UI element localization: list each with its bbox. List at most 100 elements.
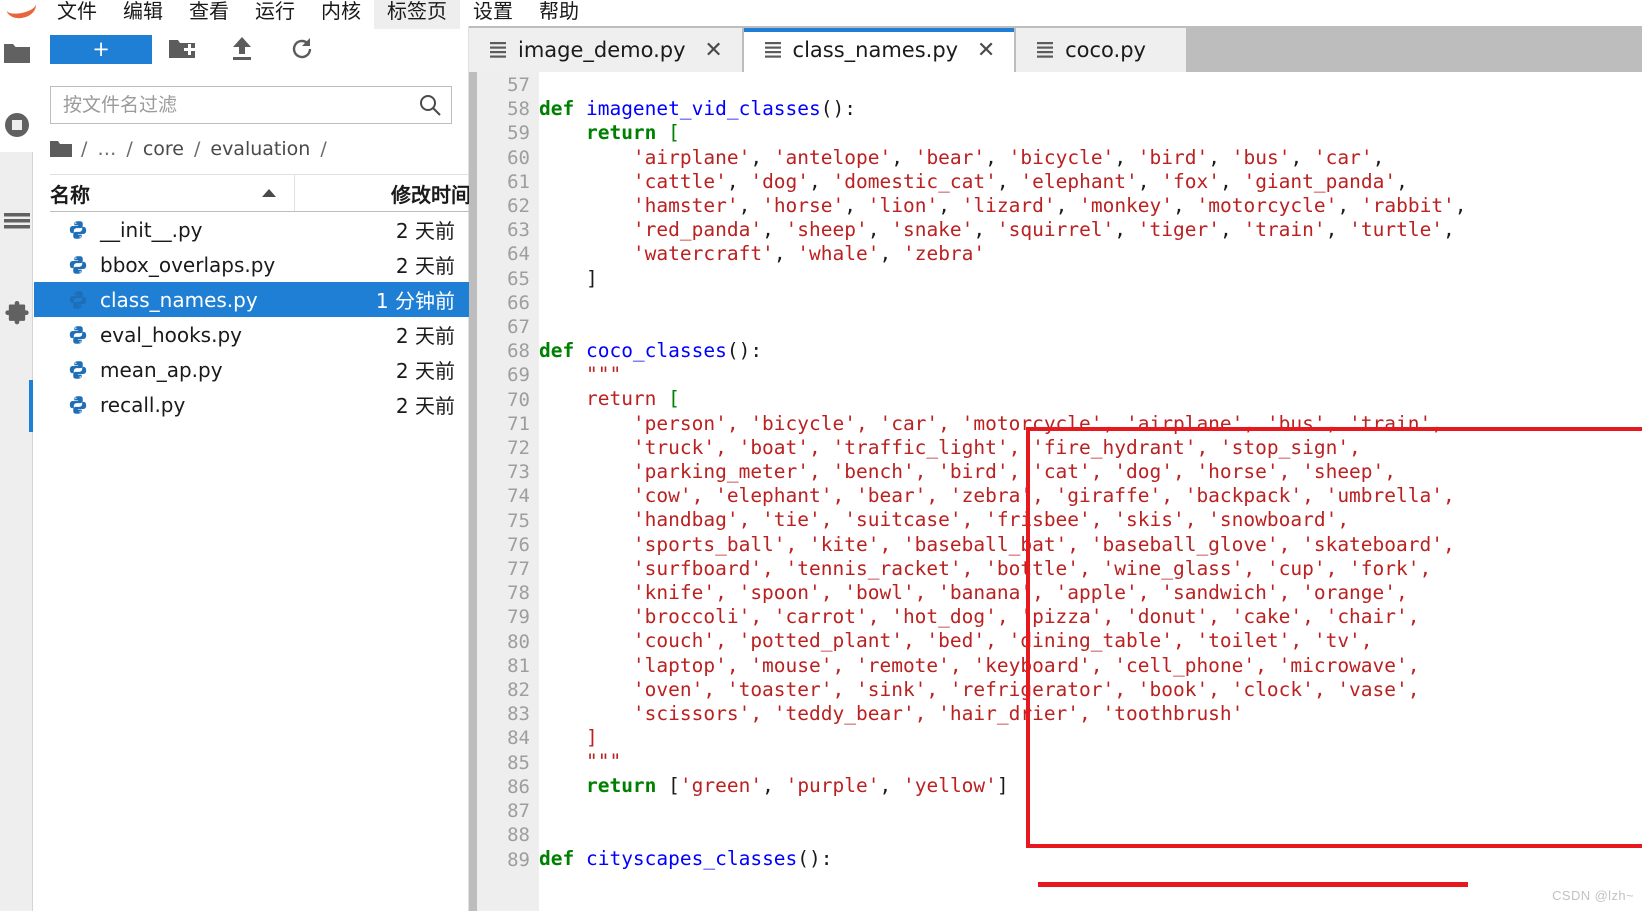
menu-item-5[interactable]: 标签页 [374,0,460,29]
sidebar-item-extensions[interactable] [0,288,33,342]
line-number: 70 [507,388,530,411]
menu-item-4[interactable]: 内核 [308,0,374,29]
new-folder-button[interactable] [152,29,212,69]
column-header-modified-label: 修改时间 [391,182,471,207]
code-token: coco_classes [585,339,727,363]
code-token: , [938,193,962,217]
code-token: 'cattle' [632,169,727,193]
code-token: , [1325,218,1350,242]
text-file-icon [764,42,781,58]
sort-ascending-caret-icon [262,189,276,197]
sidebar-item-running[interactable] [0,98,33,152]
file-filter-input[interactable] [63,94,419,116]
code-token: 'squirrel' [996,218,1115,242]
search-icon [420,95,441,116]
file-name: mean_ap.py [100,357,223,382]
editor-left-gutter [469,72,477,911]
line-number: 73 [507,461,530,484]
file-list-item[interactable]: eval_hooks.py 2 天前 [34,317,469,352]
file-browser-icon[interactable] [4,42,30,69]
code-token: 'parking_meter', 'bench', 'bird', 'cat',… [632,460,1397,483]
file-modified: 1 分钟前 [375,289,455,313]
folder-home-icon[interactable] [50,140,72,158]
code-token: , [1114,218,1138,242]
code-token: , [1454,193,1467,217]
editor-tab[interactable]: class_names.py ✕ [743,28,1015,72]
code-token: , [1137,169,1162,193]
code-line: 'knife', 'spoon', 'bowl', 'banana', 'app… [539,581,1642,605]
code-editor[interactable]: 57 58 59 60 61 62 63 64 65 66 67 68 69 70 71 72 73 74 75 76… [469,72,1642,911]
code-token: , [1396,169,1408,193]
menu-item-1[interactable]: 编辑 [110,0,176,29]
code-line: 'surfboard', 'tennis_racket', 'bottle', … [539,557,1642,581]
code-token: , [726,169,751,193]
close-icon[interactable]: ✕ [958,37,1014,63]
menu-item-7[interactable]: 帮助 [526,0,592,29]
file-browser-toolbar: + [34,26,469,72]
file-modified: 2 天前 [395,324,455,348]
refresh-button[interactable] [272,29,332,69]
file-list-item[interactable]: recall.py 2 天前 [34,387,469,422]
menu-item-0[interactable]: 文件 [44,0,110,29]
editor-tab-label: coco.py [1065,38,1146,62]
line-number: 76 [507,533,530,556]
code-token: , [879,774,903,798]
text-file-icon [490,42,506,58]
column-header-name-label: 名称 [50,182,90,207]
breadcrumb: /… / core / evaluation / [50,134,470,164]
menu-item-2[interactable]: 查看 [176,0,242,29]
code-token: ] [585,726,598,750]
file-list-item[interactable]: class_names.py 1 分钟前 [34,282,469,317]
code-content[interactable]: def imagenet_vid_classes(): return [ 'ai… [539,72,1642,911]
column-header-name[interactable]: 名称 [50,175,295,211]
file-list-item[interactable]: __init__.py 2 天前 [34,212,469,247]
new-launcher-button[interactable]: + [50,34,152,64]
code-line: ] [539,726,1642,750]
code-token: , [879,242,903,266]
code-token: [ [656,774,680,798]
watermark: CSDN @lzh~ [1552,888,1634,903]
code-token: ] [996,774,1009,798]
sidebar-item-commands[interactable] [0,194,33,248]
menu-item-6[interactable]: 设置 [460,0,526,29]
code-token: 'lizard' [961,193,1056,217]
new-folder-icon [169,39,195,58]
file-filter-box[interactable] [50,86,452,124]
code-token: 'turtle' [1349,218,1444,242]
code-token: 'elephant' [1020,169,1138,193]
editor-tab-label: class_names.py [792,38,959,62]
code-token: 'bus' [1231,145,1291,169]
editor-tab[interactable]: image_demo.py ✕ [469,28,742,72]
column-header-modified[interactable]: 修改时间 [295,179,485,208]
line-number: 62 [507,195,530,218]
menu-item-3[interactable]: 运行 [242,0,308,29]
window-scrollbar[interactable] [1540,22,1642,72]
code-line: 'oven', 'toaster', 'sink', 'refrigerator… [539,678,1642,702]
code-token: 'oven', 'toaster', 'sink', 'refrigerator… [632,677,1420,701]
line-number: 85 [507,751,530,774]
code-line: return ['green', 'purple', 'yellow'] [539,774,1642,798]
breadcrumb-segment[interactable]: core [138,138,189,160]
code-line: 'sports_ball', 'kite', 'baseball_bat', '… [539,533,1642,557]
code-token: 'laptop', 'mouse', 'remote', 'keyboard',… [632,653,1420,677]
editor-tab[interactable]: coco.py [1016,28,1186,72]
code-line: 'couch', 'potted_plant', 'bed', 'dining_… [539,629,1642,653]
file-list-item[interactable]: bbox_overlaps.py 2 天前 [34,247,469,282]
code-token: , [1372,145,1385,169]
code-token: 'train' [1243,218,1326,242]
line-number: 87 [507,800,530,823]
upload-button[interactable] [212,29,272,69]
close-icon[interactable]: ✕ [686,37,742,63]
line-number: 57 [507,74,530,96]
breadcrumb-segment[interactable]: evaluation [205,138,315,160]
code-token: """ [585,363,622,387]
line-number: 77 [507,558,530,581]
file-list-item[interactable]: mean_ap.py 2 天前 [34,352,469,387]
